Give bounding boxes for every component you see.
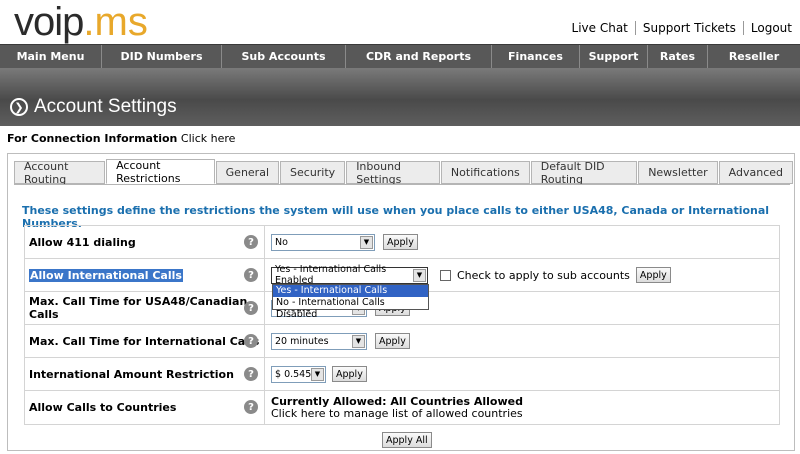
international-dropdown-list: Yes - International Calls Enabled No - I… <box>272 284 429 320</box>
select-value: Yes - International Calls Enabled <box>275 264 387 286</box>
select-value: $ 0.545 <box>275 368 312 380</box>
label-text: Allow Calls to Countries <box>29 401 177 414</box>
setting-label: International Amount Restriction ? <box>25 358 265 390</box>
nav-support[interactable]: Support <box>580 45 648 68</box>
logo-text: voip <box>14 0 84 44</box>
settings-table: Allow 411 dialing ? No ▼ Apply Allow Int… <box>24 225 780 425</box>
main-nav: Main Menu DID Numbers Sub Accounts CDR a… <box>0 44 800 68</box>
nav-reseller[interactable]: Reseller <box>708 45 800 68</box>
label-text: International Amount Restriction <box>29 367 234 381</box>
help-icon[interactable]: ? <box>244 367 258 381</box>
divider <box>634 21 636 35</box>
setting-label: Allow 411 dialing ? <box>25 226 265 258</box>
help-icon[interactable]: ? <box>244 334 258 348</box>
chevron-down-icon[interactable]: ▼ <box>352 334 365 348</box>
apply-button[interactable]: Apply <box>383 234 418 250</box>
voipms-logo[interactable]: voip .ms <box>14 2 148 42</box>
max-call-time-intl-select[interactable]: 20 minutes ▼ <box>271 332 367 350</box>
tab-account-routing[interactable]: Account Routing <box>14 160 106 186</box>
tab-general[interactable]: General <box>215 161 280 184</box>
tab-account-restrictions[interactable]: Account Restrictions <box>106 159 215 185</box>
connection-click-here-link[interactable]: Click here <box>181 132 236 145</box>
dropdown-option-disabled[interactable]: No - International Calls Disabled <box>273 297 428 320</box>
label-text: Allow 411 dialing <box>29 235 136 249</box>
setting-control: No ▼ Apply <box>265 226 779 258</box>
setting-label: Max. Call Time for USA48/Canadian Calls … <box>25 292 265 324</box>
apply-all-button[interactable]: Apply All <box>382 432 432 448</box>
manage-countries-link[interactable]: Click here to manage list of allowed cou… <box>271 407 523 420</box>
tabs-divider <box>14 184 790 185</box>
setting-control: Currently Allowed: All Countries Allowed… <box>265 391 779 424</box>
tab-security[interactable]: Security <box>280 161 346 184</box>
chevron-down-icon[interactable]: ▼ <box>311 367 324 381</box>
divider <box>742 21 744 35</box>
support-tickets-link[interactable]: Support Tickets <box>643 21 736 35</box>
apply-button[interactable]: Apply <box>332 366 367 382</box>
connection-info: For Connection Information Click here <box>7 132 235 145</box>
tab-default-did-routing[interactable]: Default DID Routing <box>530 160 638 186</box>
intl-amount-select[interactable]: $ 0.545 ▼ <box>271 365 326 383</box>
table-row: Allow 411 dialing ? No ▼ Apply <box>25 226 779 259</box>
setting-control: Yes - International Calls Enabled ▼ Chec… <box>265 259 779 320</box>
chevron-down-icon[interactable]: ▼ <box>413 268 426 282</box>
page-banner: ❯ Account Settings <box>0 68 800 126</box>
nav-main-menu[interactable]: Main Menu <box>0 45 102 68</box>
tab-advanced[interactable]: Advanced <box>718 161 793 184</box>
logo-suffix: .ms <box>83 0 148 44</box>
label-text: Max. Call Time for USA48/Canadian Calls <box>29 295 248 321</box>
logout-link[interactable]: Logout <box>751 21 792 35</box>
table-row: Max. Call Time for International Calls ?… <box>25 325 779 358</box>
tab-notifications[interactable]: Notifications <box>440 161 530 184</box>
live-chat-link[interactable]: Live Chat <box>572 21 628 35</box>
allowed-status: Currently Allowed: All Countries Allowed <box>271 394 523 408</box>
setting-control: $ 0.545 ▼ Apply <box>265 358 779 390</box>
checkbox-label: Check to apply to sub accounts <box>457 268 630 282</box>
select-value: 20 minutes <box>275 335 329 347</box>
nav-rates[interactable]: Rates <box>648 45 708 68</box>
setting-control: 20 minutes ▼ Apply <box>265 325 779 357</box>
setting-label: Allow Calls to Countries ? <box>25 391 265 424</box>
page-title-wrap: ❯ Account Settings <box>10 96 177 118</box>
tab-newsletter[interactable]: Newsletter <box>638 161 718 184</box>
setting-label: Allow International Calls ? <box>25 259 265 291</box>
label-text: Allow International Calls <box>29 268 183 282</box>
chevron-down-icon[interactable]: ▼ <box>360 235 373 249</box>
allow-411-select[interactable]: No ▼ <box>271 233 375 251</box>
help-icon[interactable]: ? <box>244 301 258 315</box>
table-row: Allow International Calls ? Yes - Intern… <box>25 259 779 320</box>
allowed-countries-info: Currently Allowed: All Countries Allowed… <box>271 394 523 420</box>
connection-label: For Connection Information <box>7 132 178 145</box>
help-icon[interactable]: ? <box>244 235 258 249</box>
allow-international-select[interactable]: Yes - International Calls Enabled ▼ <box>271 264 428 286</box>
page-title: Account Settings <box>34 96 177 117</box>
nav-finances[interactable]: Finances <box>492 45 580 68</box>
select-value: No <box>275 236 288 248</box>
table-row: Allow Calls to Countries ? Currently All… <box>25 391 779 424</box>
help-icon[interactable]: ? <box>244 400 258 414</box>
settings-tabs: Account Routing Account Restrictions Gen… <box>14 159 794 186</box>
help-icon[interactable]: ? <box>244 268 258 282</box>
nav-sub-accounts[interactable]: Sub Accounts <box>222 45 346 68</box>
apply-button[interactable]: Apply <box>635 267 671 283</box>
label-text: Max. Call Time for International Calls <box>29 334 260 348</box>
settings-panel: Account Routing Account Restrictions Gen… <box>7 153 795 451</box>
apply-sub-accounts-checkbox[interactable] <box>440 269 451 281</box>
tab-inbound-settings[interactable]: Inbound Settings <box>346 160 440 186</box>
apply-button[interactable]: Apply <box>375 333 410 349</box>
top-links: Live Chat Support Tickets Logout <box>572 21 792 35</box>
setting-label: Max. Call Time for International Calls ? <box>25 325 265 357</box>
chevron-right-circle-icon: ❯ <box>10 98 28 116</box>
nav-cdr-reports[interactable]: CDR and Reports <box>346 45 492 68</box>
nav-did-numbers[interactable]: DID Numbers <box>102 45 222 68</box>
table-row: International Amount Restriction ? $ 0.5… <box>25 358 779 391</box>
dropdown-option-enabled[interactable]: Yes - International Calls Enabled <box>273 285 428 308</box>
